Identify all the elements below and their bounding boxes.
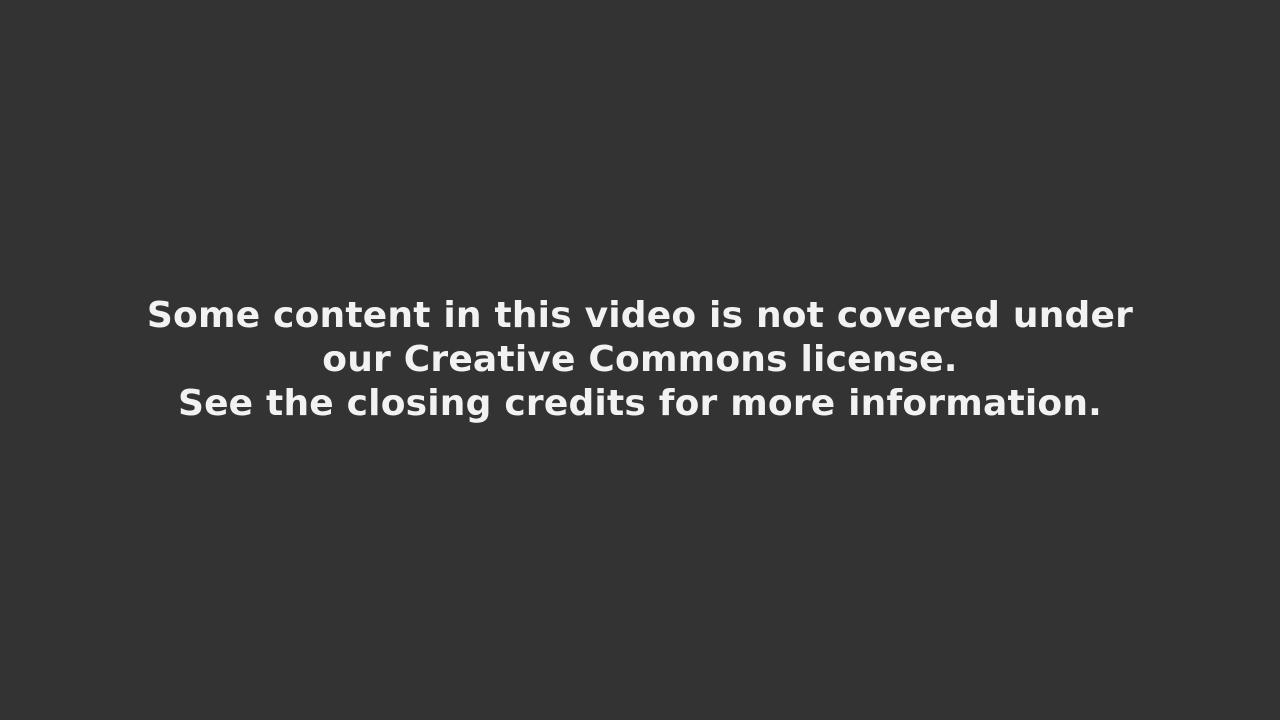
license-notice: Some content in this video is not covere…	[0, 294, 1280, 426]
notice-line-2: our Creative Commons license.	[322, 339, 958, 380]
notice-line-1: Some content in this video is not covere…	[146, 295, 1134, 336]
video-frame: Some content in this video is not covere…	[0, 0, 1280, 720]
notice-line-3: See the closing credits for more informa…	[177, 383, 1103, 424]
